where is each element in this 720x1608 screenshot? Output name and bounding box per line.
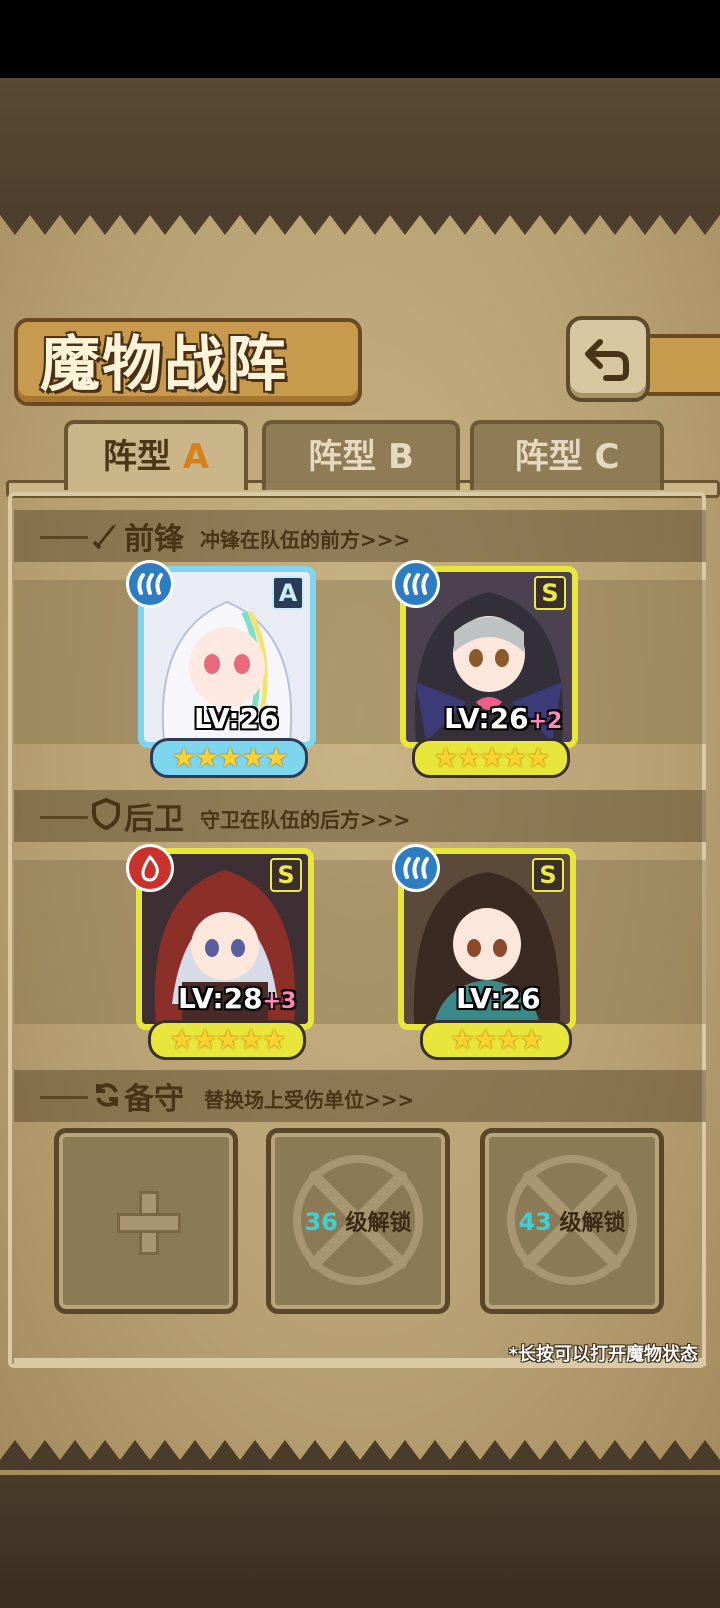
fire-element-icon (126, 844, 174, 892)
section-title-front: 前锋 (124, 522, 184, 557)
shield-icon (92, 798, 120, 830)
unit-level: LV:26+2 (444, 702, 562, 735)
torn-edge-bottom (0, 1440, 720, 1470)
rarity-badge: A (272, 576, 304, 610)
map-background-top (0, 78, 720, 208)
rarity-badge: S (270, 858, 302, 892)
star-rating: ★★★★★ (148, 1020, 306, 1060)
section-title-reserve: 备守 (124, 1082, 184, 1117)
page-title: 魔物战阵 (40, 330, 288, 400)
water-element-icon (392, 560, 440, 608)
tab-formation-a[interactable]: 阵型 A (64, 420, 248, 490)
torn-edge-top (0, 205, 720, 235)
back-button[interactable] (566, 316, 650, 402)
rarity-badge: S (532, 858, 564, 892)
unlock-label: 级解锁 (345, 1211, 412, 1236)
section-subtitle-reserve: 替换场上受伤单位>>> (204, 1088, 415, 1112)
unit-level: LV:28+3 (178, 982, 296, 1015)
tab-formation-c[interactable]: 阵型 C (470, 420, 664, 490)
unlock-label: 级解锁 (559, 1211, 626, 1236)
star-rating: ★★★★★ (412, 738, 570, 778)
add-icon (117, 1191, 181, 1255)
star-rating: ★★★★★ (150, 738, 308, 778)
tab-label: 阵型 (308, 437, 377, 477)
level-value: LV:26 (444, 702, 529, 735)
unlock-requirement: 36 级解锁 (271, 1205, 445, 1237)
tab-label: 阵型 (514, 437, 583, 477)
status-bar (0, 0, 720, 78)
swap-icon (96, 1083, 118, 1107)
rarity-badge: S (534, 576, 566, 610)
divider (40, 1096, 88, 1099)
level-value: LV:26 (194, 702, 279, 735)
unlock-level: 43 (518, 1208, 552, 1236)
divider (40, 816, 88, 819)
back-button-rail (640, 334, 720, 396)
unit-level: LV:26 (194, 702, 279, 735)
reserve-slot-locked-43[interactable]: 43 级解锁 (480, 1128, 664, 1314)
star-rating: ★★★★ (420, 1020, 572, 1060)
reserve-slot-locked-36[interactable]: 36 级解锁 (266, 1128, 450, 1314)
unlock-requirement: 43 级解锁 (485, 1205, 659, 1237)
section-title-back: 后卫 (124, 802, 184, 837)
tab-suffix: C (594, 437, 620, 477)
water-element-icon (126, 560, 174, 608)
tab-suffix: B (387, 437, 414, 477)
back-arrow-icon (585, 339, 629, 381)
unit-level: LV:26 (456, 982, 541, 1015)
map-background-bottom (0, 1470, 720, 1608)
tab-label: 阵型 (102, 437, 171, 477)
section-subtitle-back: 守卫在队伍的后方>>> (200, 808, 411, 832)
long-press-hint: *长按可以打开魔物状态 (508, 1344, 698, 1365)
unlock-level: 36 (304, 1208, 338, 1236)
level-bonus: +2 (528, 709, 563, 734)
tab-formation-b[interactable]: 阵型 B (262, 420, 460, 490)
water-element-icon (392, 844, 440, 892)
row-band-front (14, 580, 706, 744)
reserve-slot-empty[interactable] (54, 1128, 238, 1314)
level-bonus: +3 (262, 989, 297, 1014)
divider (40, 536, 88, 539)
level-value: LV:26 (456, 982, 541, 1015)
tab-suffix: A (182, 437, 210, 477)
sword-icon (92, 524, 116, 550)
section-subtitle-front: 冲锋在队伍的前方>>> (200, 528, 411, 552)
level-value: LV:28 (178, 982, 263, 1015)
row-band-back (14, 860, 706, 1024)
